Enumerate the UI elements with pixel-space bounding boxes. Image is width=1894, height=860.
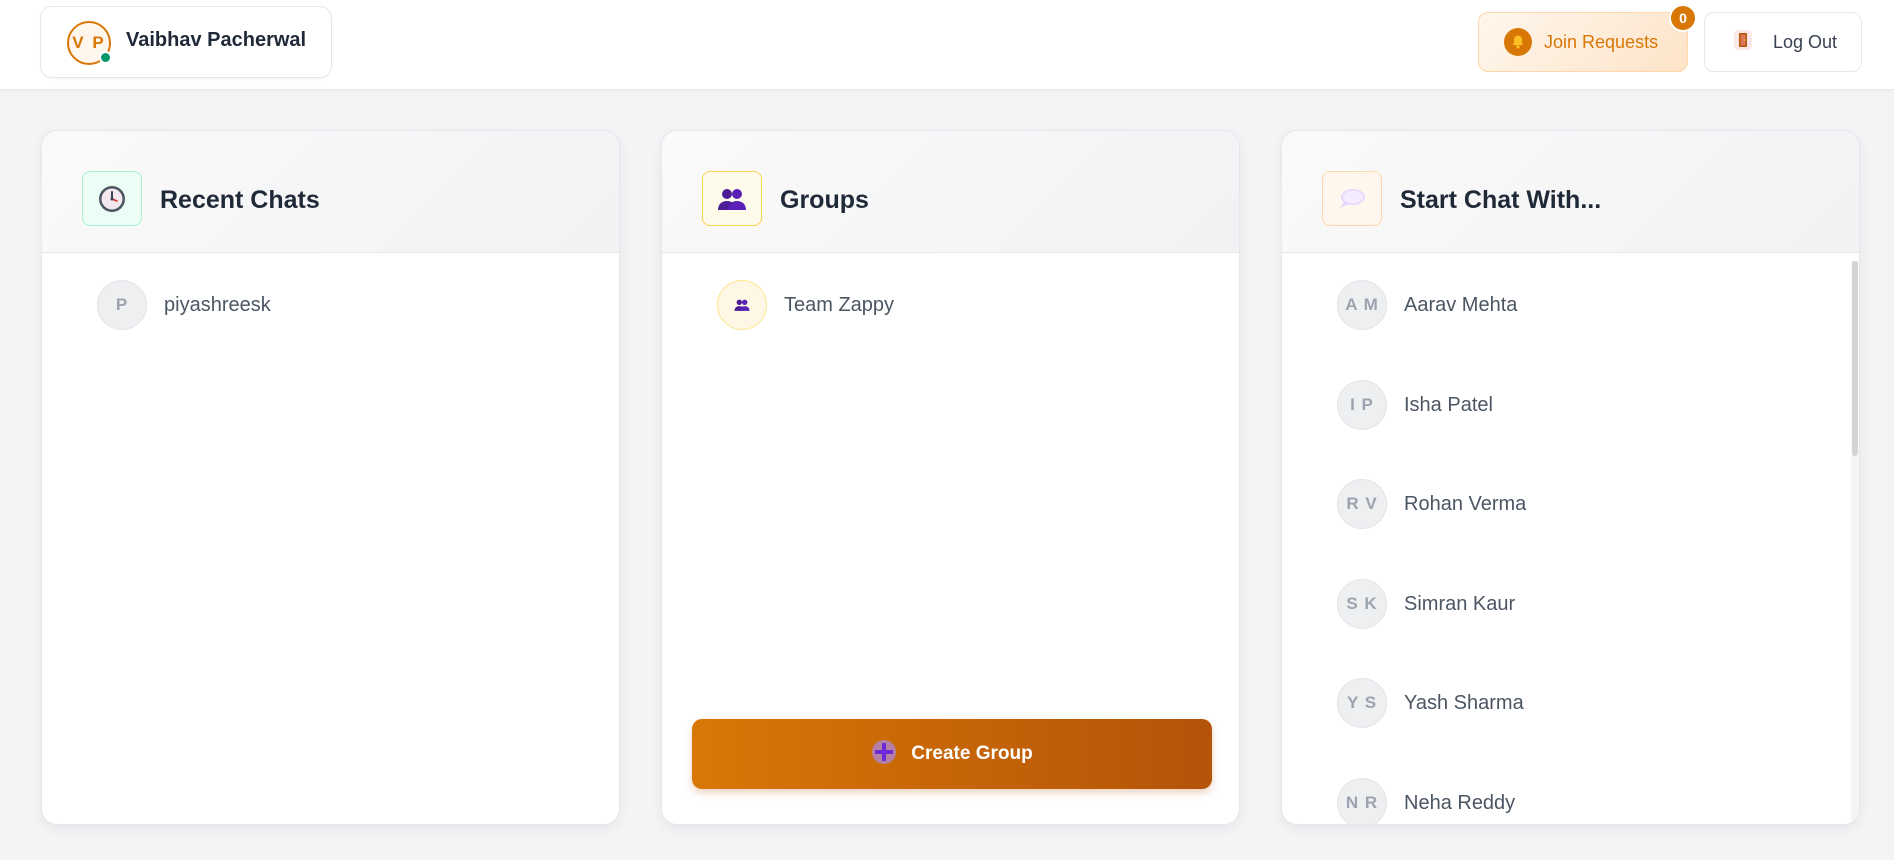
user-name: Vaibhav Pacherwal — [126, 29, 307, 51]
plus-icon — [871, 739, 897, 770]
contact-name: Isha Patel — [1404, 393, 1493, 416]
groups-header: Groups — [662, 131, 1239, 253]
contact-name: piyashreesk — [164, 293, 271, 316]
contact-item[interactable]: Y S Yash Sharma — [1337, 678, 1524, 728]
contacts-scrollbar[interactable] — [1851, 261, 1859, 821]
recent-chats-title: Recent Chats — [160, 186, 320, 214]
join-requests-label: Join Requests — [1544, 31, 1659, 52]
create-group-button[interactable]: Create Group — [692, 719, 1212, 789]
bell-icon — [1504, 28, 1532, 56]
contact-name: Aarav Mehta — [1404, 293, 1518, 316]
contact-item[interactable]: N R Neha Reddy — [1337, 778, 1516, 824]
contact-avatar: S K — [1337, 579, 1387, 629]
start-chat-header: Start Chat With... — [1282, 131, 1859, 253]
top-bar: V P Vaibhav Pacherwal Join Requests 0 Lo… — [0, 0, 1894, 90]
contact-name: Yash Sharma — [1404, 691, 1524, 714]
contact-name: Rohan Verma — [1404, 492, 1527, 515]
groups-panel: Groups Team Zappy Create Group — [661, 130, 1240, 825]
create-group-label: Create Group — [911, 743, 1033, 764]
clock-icon — [82, 171, 142, 226]
user-profile-card[interactable]: V P Vaibhav Pacherwal — [40, 6, 332, 78]
online-status-dot — [99, 51, 112, 64]
logout-button[interactable]: Log Out — [1704, 12, 1862, 72]
group-icon — [717, 280, 767, 330]
user-avatar-initials: V P — [72, 33, 106, 52]
contact-avatar: P — [97, 280, 147, 330]
start-chat-panel: Start Chat With... A M Aarav Mehta I P I… — [1281, 130, 1860, 825]
contact-item[interactable]: S K Simran Kaur — [1337, 579, 1515, 629]
group-item[interactable]: Team Zappy — [717, 280, 894, 330]
door-icon — [1732, 29, 1754, 56]
user-avatar: V P — [67, 21, 112, 65]
join-requests-button[interactable]: Join Requests — [1478, 12, 1688, 72]
group-icon — [702, 171, 762, 226]
speech-bubble-icon — [1322, 171, 1382, 226]
group-name: Team Zappy — [784, 293, 895, 316]
contact-name: Simran Kaur — [1404, 592, 1516, 615]
scrollbar-thumb[interactable] — [1852, 261, 1858, 456]
contact-item[interactable]: A M Aarav Mehta — [1337, 280, 1517, 330]
contact-item[interactable]: R V Rohan Verma — [1337, 479, 1526, 529]
contact-avatar: N R — [1337, 778, 1387, 824]
join-requests-count-badge: 0 — [1669, 4, 1697, 32]
contact-item[interactable]: I P Isha Patel — [1337, 380, 1493, 430]
recent-chat-item[interactable]: P piyashreesk — [97, 280, 271, 330]
recent-chats-panel: Recent Chats P piyashreesk — [41, 130, 620, 825]
contact-avatar: A M — [1337, 280, 1387, 330]
start-chat-title: Start Chat With... — [1400, 186, 1602, 214]
groups-title: Groups — [780, 186, 869, 214]
contact-name: Neha Reddy — [1404, 791, 1516, 814]
logout-label: Log Out — [1773, 31, 1838, 52]
contact-avatar: R V — [1337, 479, 1387, 529]
recent-chats-header: Recent Chats — [42, 131, 619, 253]
contact-avatar: I P — [1337, 380, 1387, 430]
contact-avatar: Y S — [1337, 678, 1387, 728]
